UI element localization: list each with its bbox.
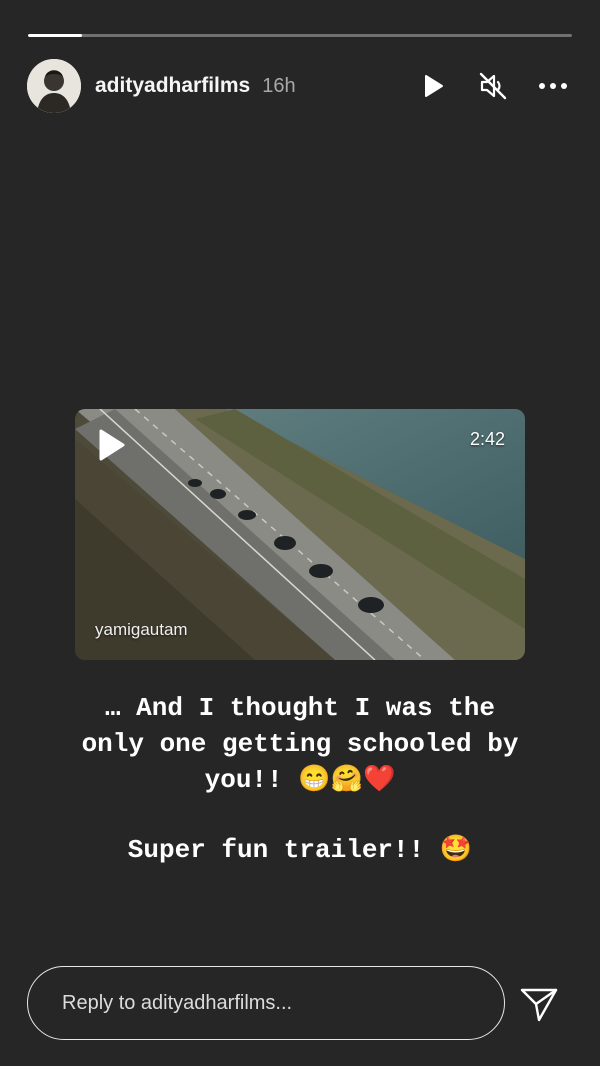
story-progress-fill	[28, 34, 83, 37]
play-icon	[425, 75, 443, 97]
caption-line-1: … And I thought I was the only one getti…	[81, 693, 519, 795]
play-button[interactable]	[413, 66, 453, 106]
video-duration: 2:42	[469, 429, 505, 449]
story-progress-bar	[28, 34, 572, 37]
muted-speaker-icon	[479, 72, 507, 100]
send-button[interactable]	[518, 982, 560, 1024]
story-controls	[413, 66, 573, 106]
reply-input[interactable]: Reply to adityadharfilms...	[27, 966, 505, 1040]
send-paper-plane-icon	[520, 988, 558, 1022]
reply-placeholder: Reply to adityadharfilms...	[62, 991, 293, 1014]
story-caption: … And I thought I was the only one getti…	[20, 690, 580, 868]
caption-line-2: Super fun trailer!! 🤩	[127, 835, 473, 865]
story-username[interactable]: adityadharfilms	[95, 74, 250, 98]
play-icon	[99, 429, 125, 461]
more-horizontal-icon	[539, 83, 567, 89]
more-options-button[interactable]	[533, 66, 573, 106]
story-header: adityadharfilms 16h	[27, 59, 573, 113]
shared-video-post[interactable]: 2:42 yamigautam	[75, 409, 525, 660]
story-timestamp: 16h	[262, 74, 296, 97]
video-credit-username: yamigautam	[95, 620, 188, 639]
avatar[interactable]	[27, 59, 81, 113]
mute-button[interactable]	[473, 66, 513, 106]
